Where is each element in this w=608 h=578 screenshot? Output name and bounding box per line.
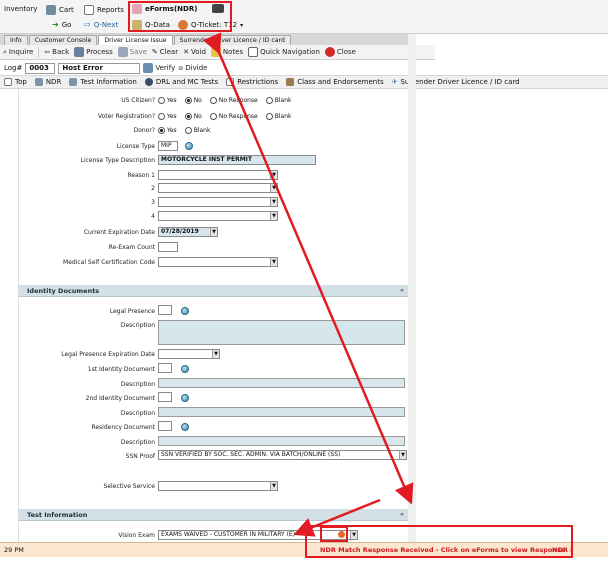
arrow-eforms-to-message: [202, 32, 414, 505]
annotation-arrows: [202, 32, 414, 537]
arrow-to-vision-exam: [293, 498, 381, 537]
